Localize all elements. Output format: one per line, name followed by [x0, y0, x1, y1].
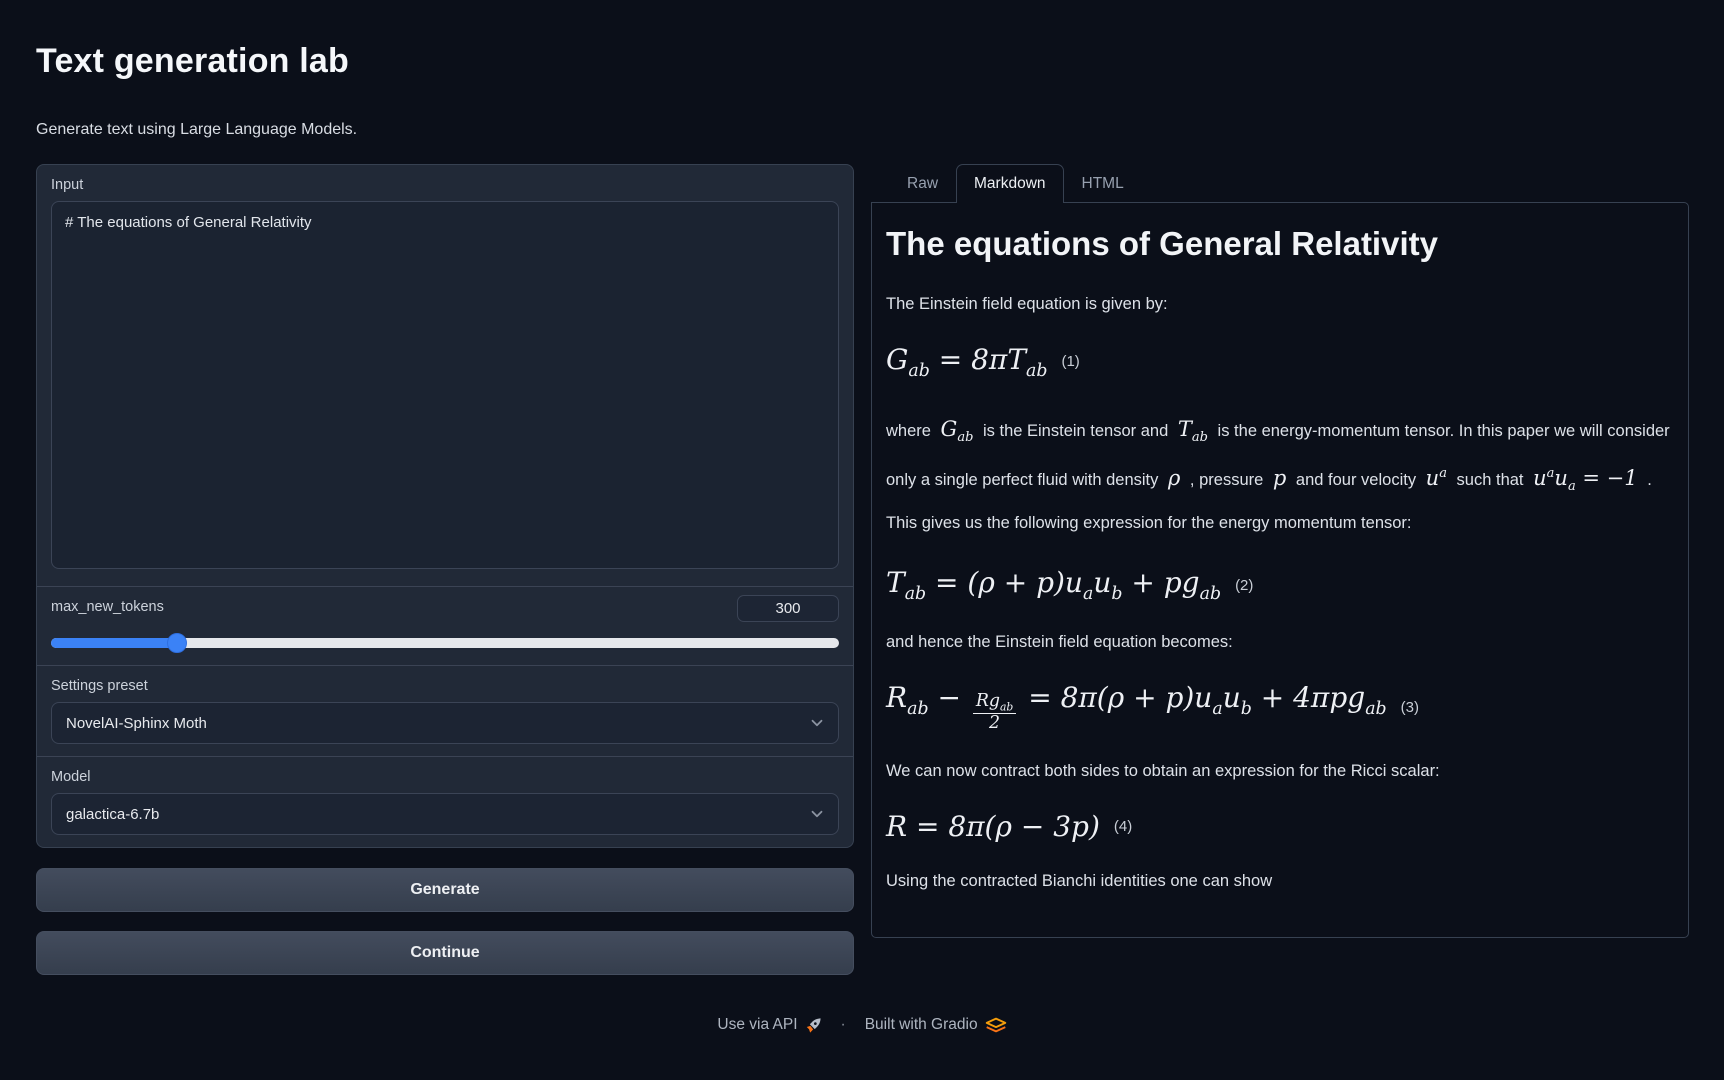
equation-2: Tab = (ρ + p)uaub + pgab (2) [886, 566, 1672, 604]
right-column: Raw Markdown HTML The equations of Gener… [871, 164, 1689, 938]
equation-body: Gab = 8πTab [886, 343, 1047, 381]
math-fraction: Rgab2 [973, 692, 1016, 733]
input-label: Input [51, 177, 839, 193]
rocket-icon [805, 1017, 822, 1034]
max-new-tokens-number-input[interactable] [737, 595, 839, 622]
output-paragraph: and hence the Einstein field equation be… [886, 628, 1672, 657]
form-panel: Input # The equations of General Relativ… [36, 164, 854, 848]
built-with-gradio-label: Built with Gradio [865, 1016, 978, 1034]
math-inline: Rab − [886, 681, 970, 714]
settings-preset-block: Settings preset NovelAI-Sphinx Moth [37, 665, 853, 756]
math-inline: ρ [1168, 466, 1180, 490]
equation-number: (4) [1114, 818, 1132, 835]
slider-thumb[interactable] [167, 633, 187, 653]
output-paragraph: Using the contracted Bianchi identities … [886, 867, 1672, 896]
footer-separator: · [841, 1016, 846, 1034]
model-block: Model galactica-6.7b [37, 756, 853, 847]
model-label: Model [51, 769, 839, 785]
max-new-tokens-slider[interactable] [51, 633, 839, 653]
text-segment: such that [1452, 471, 1528, 489]
equation-4: R = 8π(ρ − 3p) (4) [886, 810, 1672, 843]
left-column: Input # The equations of General Relativ… [36, 164, 854, 975]
settings-preset-label: Settings preset [51, 678, 839, 694]
settings-preset-value: NovelAI-Sphinx Moth [66, 715, 207, 732]
continue-button[interactable]: Continue [36, 931, 854, 975]
math-inline: = 8π(ρ + p)uaub + 4πpgab [1019, 681, 1386, 714]
max-new-tokens-label: max_new_tokens [51, 599, 164, 615]
equation-3: Rab − Rgab2 = 8π(ρ + p)uaub + 4πpgab (3) [886, 681, 1672, 733]
output-tab-bar: Raw Markdown HTML [871, 164, 1689, 202]
use-via-api-link[interactable]: Use via API [717, 1016, 821, 1034]
app-page: Text generation lab Generate text using … [0, 42, 1724, 1034]
tab-raw[interactable]: Raw [889, 164, 956, 202]
equation-number: (2) [1235, 577, 1253, 594]
page-subtitle: Generate text using Large Language Model… [36, 121, 1688, 139]
equation-1: Gab = 8πTab (1) [886, 343, 1672, 381]
use-via-api-label: Use via API [717, 1016, 797, 1034]
built-with-gradio-link[interactable]: Built with Gradio [865, 1016, 1007, 1034]
equation-body: Tab = (ρ + p)uaub + pgab [886, 566, 1221, 604]
text-segment: , pressure [1185, 471, 1268, 489]
math-inline: Gab = 8πTab [886, 343, 1047, 376]
math-inline: ua [1426, 466, 1447, 490]
settings-preset-dropdown[interactable]: NovelAI-Sphinx Moth [51, 702, 839, 744]
math-inline: Tab = (ρ + p)uaub + pgab [886, 566, 1221, 599]
slider-fill [51, 638, 177, 648]
input-textarea[interactable]: # The equations of General Relativity [51, 201, 839, 569]
text-segment: is the Einstein tensor and [978, 422, 1172, 440]
chevron-down-icon [808, 714, 826, 732]
equation-number: (1) [1061, 353, 1079, 370]
math-inline: Gab [941, 417, 974, 441]
text-segment: and four velocity [1291, 471, 1420, 489]
equation-number: (3) [1401, 699, 1419, 716]
markdown-output-panel: The equations of General Relativity The … [871, 202, 1689, 938]
input-block: Input # The equations of General Relativ… [37, 165, 853, 586]
page-title: Text generation lab [36, 42, 1688, 81]
chevron-down-icon [808, 805, 826, 823]
output-paragraph: The Einstein field equation is given by: [886, 290, 1672, 319]
math-inline: uaua = −1 [1533, 466, 1638, 490]
output-paragraph: We can now contract both sides to obtain… [886, 757, 1672, 786]
math-inline: Tab [1178, 417, 1208, 441]
tab-html[interactable]: HTML [1064, 164, 1142, 202]
model-value: galactica-6.7b [66, 806, 159, 823]
output-paragraph: where Gab is the Einstein tensor and Tab… [886, 405, 1672, 542]
max-new-tokens-block: max_new_tokens [37, 586, 853, 665]
tab-markdown[interactable]: Markdown [956, 164, 1064, 203]
gradio-logo [985, 1017, 1007, 1033]
output-heading: The equations of General Relativity [886, 225, 1672, 263]
equation-body: R = 8π(ρ − 3p) [886, 810, 1100, 843]
model-dropdown[interactable]: galactica-6.7b [51, 793, 839, 835]
main-row: Input # The equations of General Relativ… [36, 164, 1688, 975]
text-segment: where [886, 422, 936, 440]
equation-body: Rab − Rgab2 = 8π(ρ + p)uaub + 4πpgab [886, 681, 1387, 733]
math-inline: R = 8π(ρ − 3p) [886, 810, 1100, 843]
generate-button[interactable]: Generate [36, 868, 854, 912]
math-inline: p [1273, 466, 1286, 490]
footer: Use via API · Built with Gradio [36, 1016, 1688, 1034]
